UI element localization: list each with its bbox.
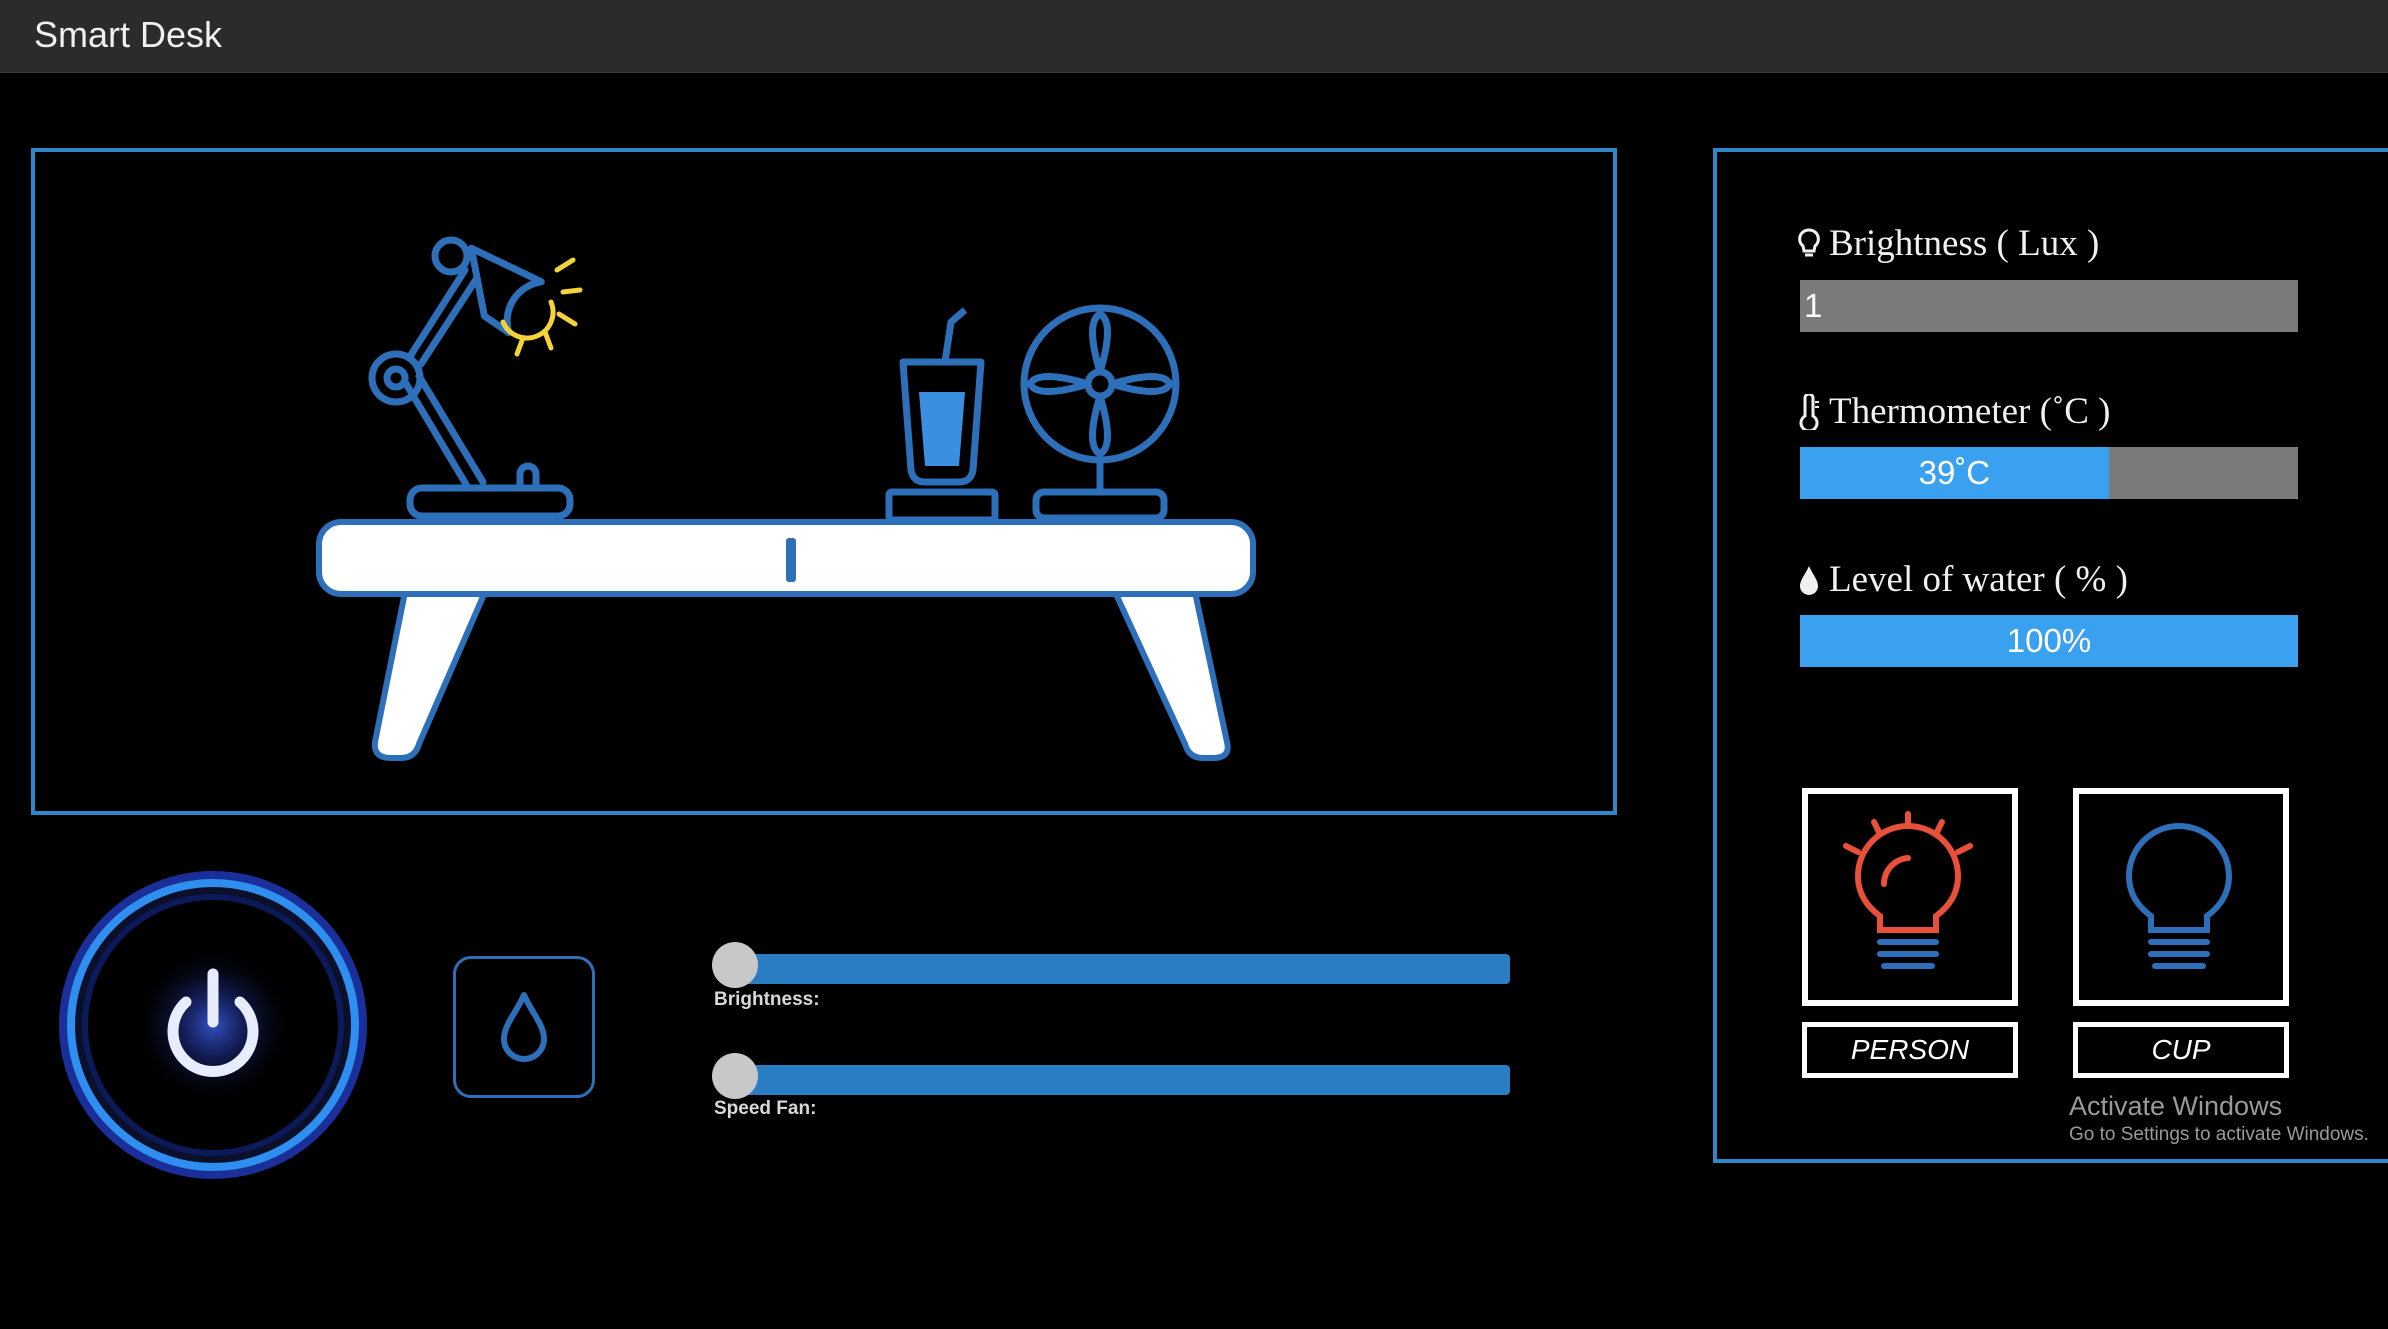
title-bar: Smart Desk — [0, 0, 2388, 73]
brightness-slider-label: Brightness: — [714, 989, 820, 1010]
power-button[interactable] — [58, 870, 368, 1180]
fan-speed-slider[interactable] — [712, 1053, 1510, 1103]
water-drop-icon — [1800, 565, 1818, 595]
fan-speed-slider-label: Speed Fan: — [714, 1098, 817, 1119]
drink-cup-icon — [885, 307, 999, 524]
bulb-icon — [1798, 228, 1820, 256]
bulb-on-icon — [1843, 811, 1973, 969]
water-level-bar: 100% — [1800, 615, 2298, 667]
water-toggle-button[interactable] — [453, 956, 595, 1098]
brightness-slider-thumb[interactable] — [712, 942, 758, 988]
thermometer-label: Thermometer (˚C ) — [1797, 390, 2111, 433]
brightness-slider[interactable] — [712, 942, 1510, 992]
thermometer-bar: 39˚C — [1800, 447, 2298, 499]
desk-lamp-icon — [368, 236, 574, 520]
cup-detection-box — [2073, 788, 2289, 1006]
water-level-label: Level of water ( % ) — [1797, 558, 2128, 601]
brightness-label: Brightness ( Lux ) — [1797, 222, 2099, 265]
electric-fan-icon — [1020, 304, 1180, 522]
brightness-label-text: Brightness ( Lux ) — [1829, 223, 2100, 264]
brightness-bar: 1 — [1800, 280, 2298, 332]
water-level-label-text: Level of water ( % ) — [1829, 559, 2128, 600]
desk-scene-panel — [31, 148, 1617, 815]
person-detection-box — [1802, 788, 2018, 1006]
thermometer-icon — [1799, 393, 1819, 430]
cup-detection-label: CUP — [2073, 1022, 2289, 1078]
thermometer-value: 39˚C — [1918, 454, 1991, 491]
activate-windows-title: Activate Windows — [2069, 1091, 2283, 1121]
bulb-off-icon — [2125, 823, 2233, 969]
brightness-value: 1 — [1804, 287, 1823, 324]
table-icon — [316, 519, 1256, 761]
fan-speed-slider-track[interactable] — [722, 1065, 1510, 1095]
brightness-slider-track[interactable] — [722, 954, 1510, 984]
activate-windows-subtitle: Go to Settings to activate Windows. — [2069, 1124, 2369, 1145]
person-detection-label: PERSON — [1802, 1022, 2018, 1078]
app-title: Smart Desk — [34, 14, 223, 55]
water-drop-icon — [501, 992, 547, 1062]
desk-scene-illustration — [316, 236, 1256, 761]
fan-speed-slider-thumb[interactable] — [712, 1053, 758, 1099]
thermometer-label-text: Thermometer (˚C ) — [1829, 391, 2111, 432]
water-level-value: 100% — [2006, 622, 2092, 659]
lamp-light-icon — [500, 257, 583, 357]
